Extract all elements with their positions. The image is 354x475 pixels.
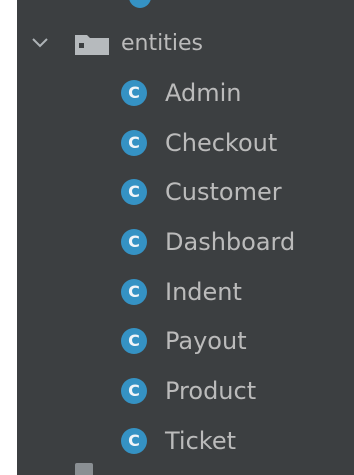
folder-icon	[75, 35, 109, 55]
class-icon: C	[121, 378, 147, 405]
class-icon: C	[121, 427, 147, 454]
tree-item-class[interactable]: C Checkout	[17, 120, 354, 170]
tree-item-class[interactable]: C Customer	[17, 169, 354, 219]
class-badge-letter: C	[128, 182, 140, 202]
class-label: Dashboard	[165, 228, 296, 257]
class-label: Ticket	[165, 426, 237, 455]
class-icon: C	[121, 229, 147, 256]
class-icon: C	[121, 179, 147, 206]
class-icon: C	[121, 80, 147, 106]
tree-item-class[interactable]: C Ticket	[17, 418, 354, 468]
class-icon-partial	[129, 0, 151, 8]
tree-item-class[interactable]: C Dashboard	[17, 219, 354, 269]
class-badge-letter: C	[128, 232, 140, 252]
class-list: C Admin C Checkout C Customer C Dashboar…	[17, 70, 354, 468]
chevron-down-icon[interactable]	[31, 36, 49, 50]
class-badge-letter: C	[128, 83, 140, 102]
folder-icon-partial	[75, 463, 93, 475]
class-icon: C	[121, 278, 147, 305]
class-icon: C	[121, 129, 147, 156]
class-icon: C	[121, 328, 147, 355]
class-badge-letter: C	[128, 281, 140, 301]
project-tree-panel: entities C Admin C Checkout C Customer C…	[17, 0, 354, 475]
class-label: Indent	[165, 277, 242, 306]
class-badge-letter: C	[128, 132, 140, 152]
tree-item-class[interactable]: C Admin	[17, 70, 354, 120]
class-badge-letter: C	[128, 430, 140, 450]
tree-item-class[interactable]: C Product	[17, 368, 354, 418]
class-label: Admin	[165, 79, 242, 107]
class-label: Checkout	[165, 128, 278, 157]
tree-item-class[interactable]: C Indent	[17, 269, 354, 319]
folder-label: entities	[121, 31, 203, 56]
class-label: Product	[165, 377, 257, 406]
tree-folder-entities[interactable]: entities	[17, 22, 354, 66]
class-label: Payout	[165, 327, 247, 356]
class-badge-letter: C	[128, 331, 140, 351]
tree-item-class[interactable]: C Payout	[17, 318, 354, 368]
class-label: Customer	[165, 178, 282, 207]
class-badge-letter: C	[128, 381, 140, 401]
